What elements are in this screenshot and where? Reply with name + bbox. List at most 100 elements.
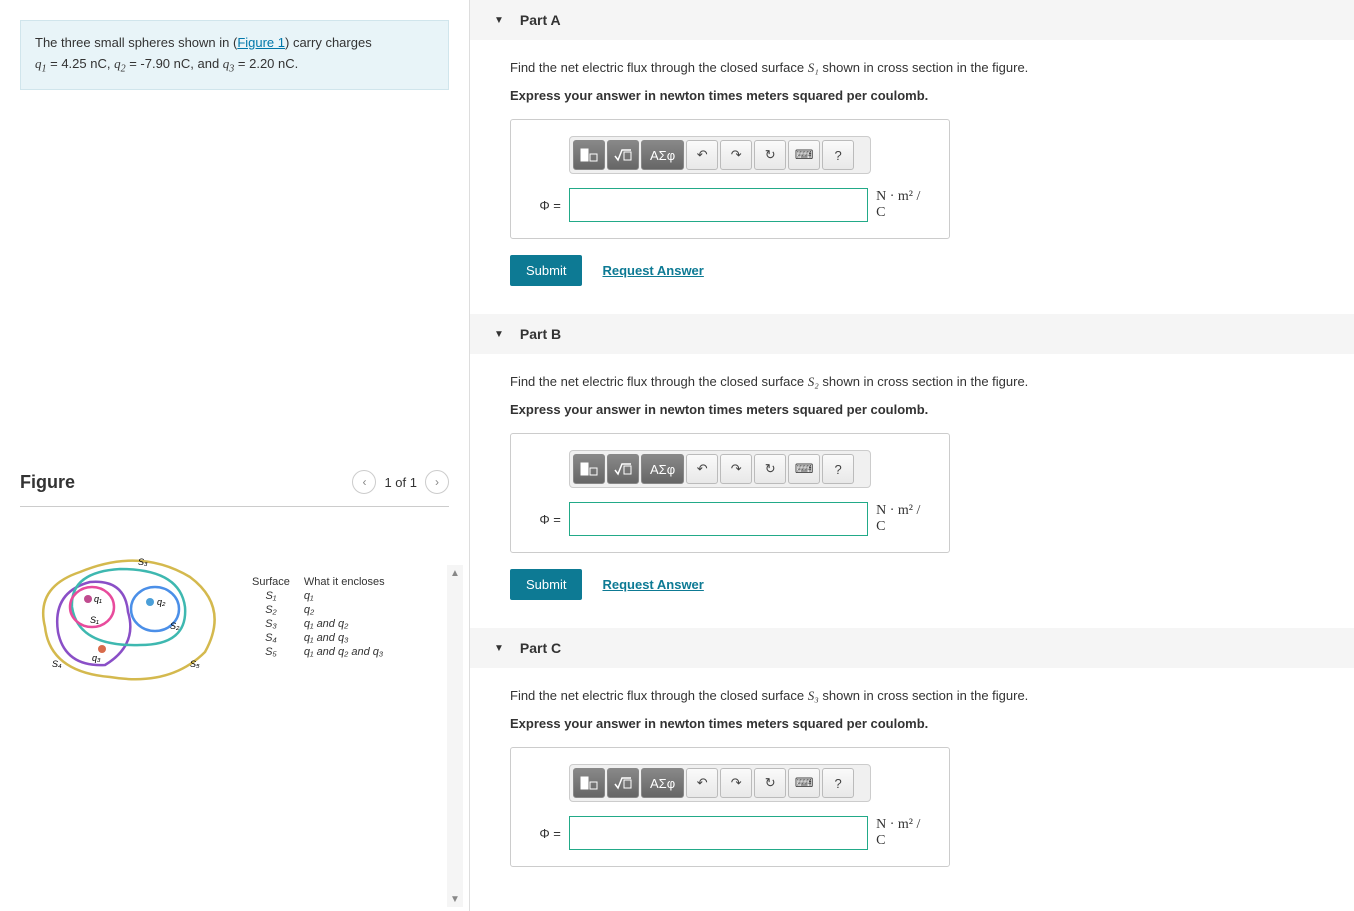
caret-down-icon: ▼: [494, 643, 504, 654]
table-row: S₅q₁ and q₂ and q₃: [252, 646, 397, 658]
units-label: N · m² / C: [876, 503, 933, 535]
figure-body: q₁ q₂ q₃ S₁ S₂ S₃ S₄ S₅ Surface What it …: [20, 507, 449, 707]
figure-header: Figure ‹ 1 of 1 ›: [20, 470, 449, 507]
help-button[interactable]: ?: [822, 768, 854, 798]
part-c: ▼ Part C Find the net electric flux thro…: [470, 628, 1354, 907]
reset-button[interactable]: ↻: [754, 768, 786, 798]
problem-statement: The three small spheres shown in (Figure…: [20, 20, 449, 90]
part-a-body: Find the net electric flux through the c…: [470, 40, 1354, 310]
phi-label: Φ =: [527, 512, 561, 527]
part-c-header[interactable]: ▼ Part C: [470, 628, 1354, 668]
scroll-up-icon[interactable]: ▲: [447, 565, 463, 581]
label-S4: S₄: [52, 659, 62, 669]
part-b-body: Find the net electric flux through the c…: [470, 354, 1354, 624]
units-label: N · m² / C: [876, 189, 933, 221]
part-a-instruction: Express your answer in newton times mete…: [510, 88, 1314, 103]
redo-button[interactable]: ↷: [720, 768, 752, 798]
part-c-title: Part C: [520, 640, 561, 656]
figure-pager: 1 of 1: [384, 475, 417, 490]
equation-toolbar: ΑΣφ ↶ ↷ ↻ ⌨ ?: [569, 764, 871, 802]
template-button[interactable]: [573, 140, 605, 170]
units-label: N · m² / C: [876, 817, 933, 849]
part-b-header[interactable]: ▼ Part B: [470, 314, 1354, 354]
part-a: ▼ Part A Find the net electric flux thro…: [470, 0, 1354, 310]
request-answer-link[interactable]: Request Answer: [602, 577, 703, 592]
table-header-surface: Surface: [252, 576, 302, 588]
answer-input[interactable]: [569, 188, 868, 222]
request-answer-link[interactable]: Request Answer: [602, 263, 703, 278]
figure-next-button[interactable]: ›: [425, 470, 449, 494]
label-q1: q₁: [94, 594, 102, 604]
left-column: The three small spheres shown in (Figure…: [0, 0, 470, 911]
help-button[interactable]: ?: [822, 454, 854, 484]
part-b-title: Part B: [520, 326, 561, 342]
figure-prev-button[interactable]: ‹: [352, 470, 376, 494]
figure-diagram: q₁ q₂ q₃ S₁ S₂ S₃ S₄ S₅: [30, 537, 230, 697]
q3-value: = 2.20 nC.: [234, 56, 298, 71]
keyboard-button[interactable]: ⌨: [788, 140, 820, 170]
part-c-body: Find the net electric flux through the c…: [470, 668, 1354, 907]
greek-button[interactable]: ΑΣφ: [641, 454, 684, 484]
label-S2: S₂: [170, 621, 180, 631]
part-a-title: Part A: [520, 12, 561, 28]
scroll-down-icon[interactable]: ▼: [447, 891, 463, 907]
sqrt-button[interactable]: [607, 454, 639, 484]
table-row: S₂q₂: [252, 604, 397, 616]
table-row: S₄q₁ and q₃: [252, 632, 397, 644]
part-c-instruction: Express your answer in newton times mete…: [510, 716, 1314, 731]
help-button[interactable]: ?: [822, 140, 854, 170]
table-row: S₃q₁ and q₂: [252, 618, 397, 630]
submit-row: Submit Request Answer: [510, 255, 1314, 286]
q1-value: = 4.25 nC,: [47, 56, 115, 71]
keyboard-button[interactable]: ⌨: [788, 768, 820, 798]
redo-button[interactable]: ↷: [720, 140, 752, 170]
undo-button[interactable]: ↶: [686, 454, 718, 484]
submit-button[interactable]: Submit: [510, 255, 582, 286]
submit-button[interactable]: Submit: [510, 569, 582, 600]
answer-input[interactable]: [569, 816, 868, 850]
template-button[interactable]: [573, 768, 605, 798]
part-c-answer-box: ΑΣφ ↶ ↷ ↻ ⌨ ? Φ = N · m² / C: [510, 747, 950, 867]
figure-link[interactable]: Figure 1: [237, 35, 285, 50]
undo-button[interactable]: ↶: [686, 768, 718, 798]
table-header-encloses: What it encloses: [304, 576, 397, 588]
greek-button[interactable]: ΑΣφ: [641, 768, 684, 798]
label-S5: S₅: [190, 659, 200, 669]
label-S1: S₁: [90, 615, 99, 625]
q2-symbol: q2: [114, 56, 126, 71]
answer-row: Φ = N · m² / C: [527, 816, 933, 850]
keyboard-button[interactable]: ⌨: [788, 454, 820, 484]
reset-button[interactable]: ↻: [754, 454, 786, 484]
caret-down-icon: ▼: [494, 15, 504, 26]
part-b: ▼ Part B Find the net electric flux thro…: [470, 314, 1354, 624]
caret-down-icon: ▼: [494, 329, 504, 340]
figure-nav: ‹ 1 of 1 ›: [352, 470, 449, 494]
part-b-answer-box: ΑΣφ ↶ ↷ ↻ ⌨ ? Φ = N · m² / C: [510, 433, 950, 553]
sqrt-button[interactable]: [607, 140, 639, 170]
right-column: ▼ Part A Find the net electric flux thro…: [470, 0, 1354, 911]
submit-row: Submit Request Answer: [510, 569, 1314, 600]
table-row: S₁q₁: [252, 590, 397, 602]
sqrt-button[interactable]: [607, 768, 639, 798]
figure-table: Surface What it encloses S₁q₁ S₂q₂ S₃q₁ …: [250, 574, 399, 660]
greek-button[interactable]: ΑΣφ: [641, 140, 684, 170]
part-a-answer-box: ΑΣφ ↶ ↷ ↻ ⌨ ? Φ = N · m² / C: [510, 119, 950, 239]
part-b-instruction: Express your answer in newton times mete…: [510, 402, 1314, 417]
label-q3: q₃: [92, 653, 101, 663]
answer-row: Φ = N · m² / C: [527, 188, 933, 222]
figure-title: Figure: [20, 472, 75, 493]
scrollbar[interactable]: ▲ ▼: [447, 565, 463, 907]
q2-value: = -7.90 nC, and: [126, 56, 223, 71]
part-b-question: Find the net electric flux through the c…: [510, 374, 1314, 390]
problem-text-pre: The three small spheres shown in (: [35, 35, 237, 50]
template-button[interactable]: [573, 454, 605, 484]
reset-button[interactable]: ↻: [754, 140, 786, 170]
part-a-header[interactable]: ▼ Part A: [470, 0, 1354, 40]
equation-toolbar: ΑΣφ ↶ ↷ ↻ ⌨ ?: [569, 450, 871, 488]
q3-symbol: q3: [223, 56, 235, 71]
undo-button[interactable]: ↶: [686, 140, 718, 170]
answer-input[interactable]: [569, 502, 868, 536]
redo-button[interactable]: ↷: [720, 454, 752, 484]
answer-row: Φ = N · m² / C: [527, 502, 933, 536]
label-S3: S₃: [138, 557, 148, 567]
